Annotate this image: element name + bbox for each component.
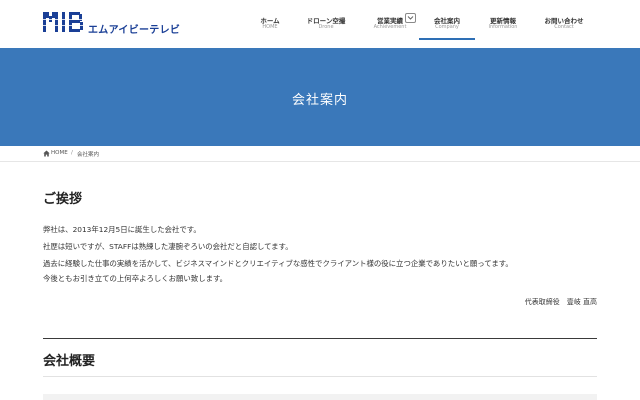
- nav-item-drone[interactable]: ドローン空撮 Drone: [298, 0, 354, 40]
- greeting-line: 弊社は、2013年12月5日に誕生した会社です。: [43, 225, 201, 234]
- nav-item-home[interactable]: ホーム HOME: [242, 0, 298, 40]
- nav-item-information[interactable]: 更新情報 Information: [475, 0, 531, 40]
- chevron-down-icon: [407, 16, 414, 20]
- breadcrumb-separator: /: [71, 150, 73, 156]
- breadcrumb-current: 会社案内: [77, 152, 100, 158]
- nav-sublabel: Company: [435, 24, 459, 30]
- greeting-line: 社歴は短いですが、STAFFは熟練した凄腕ぞろいの会社だと自認してます。: [43, 242, 293, 251]
- nav-sublabel: HOME: [262, 24, 278, 30]
- nav-item-contact[interactable]: お問い合わせ Contact: [536, 0, 592, 40]
- site-logo[interactable]: エムアイビーテレビ: [43, 11, 180, 36]
- section-divider: [43, 338, 597, 339]
- mib-logo-mark: [43, 12, 87, 32]
- page-banner: 会社案内: [0, 48, 640, 146]
- greeting-heading: ご挨拶: [43, 192, 83, 207]
- overview-table: [43, 394, 597, 400]
- greeting-line: 過去に経験した仕事の実績を活かして、ビジネスマインドとクリエイティブな感性でクラ…: [43, 259, 513, 268]
- heading-underline: [43, 376, 597, 377]
- page-title: 会社案内: [291, 93, 348, 108]
- logo-text: エムアイビーテレビ: [88, 25, 181, 36]
- nav-sublabel: Information: [488, 24, 518, 30]
- breadcrumb: HOME / 会社案内: [0, 146, 640, 162]
- nav-sublabel: Achievement: [373, 24, 407, 30]
- site-header: エムアイビーテレビ ホーム HOME ドローン空撮 Drone 営業実績 Ach…: [0, 0, 640, 48]
- home-icon: [43, 150, 50, 157]
- achievement-dropdown-toggle[interactable]: [405, 13, 416, 23]
- greeting-signature: 代表取締役 壹岐 直高: [524, 298, 597, 306]
- nav-sublabel: Contact: [554, 24, 574, 30]
- overview-heading: 会社概要: [43, 354, 96, 369]
- nav-item-company[interactable]: 会社案内 Company: [419, 0, 475, 40]
- nav-sublabel: Drone: [318, 24, 334, 30]
- greeting-line: 今後ともお引き立ての上何卒よろしくお願い致します。: [43, 274, 228, 283]
- breadcrumb-home-link[interactable]: HOME: [51, 150, 68, 156]
